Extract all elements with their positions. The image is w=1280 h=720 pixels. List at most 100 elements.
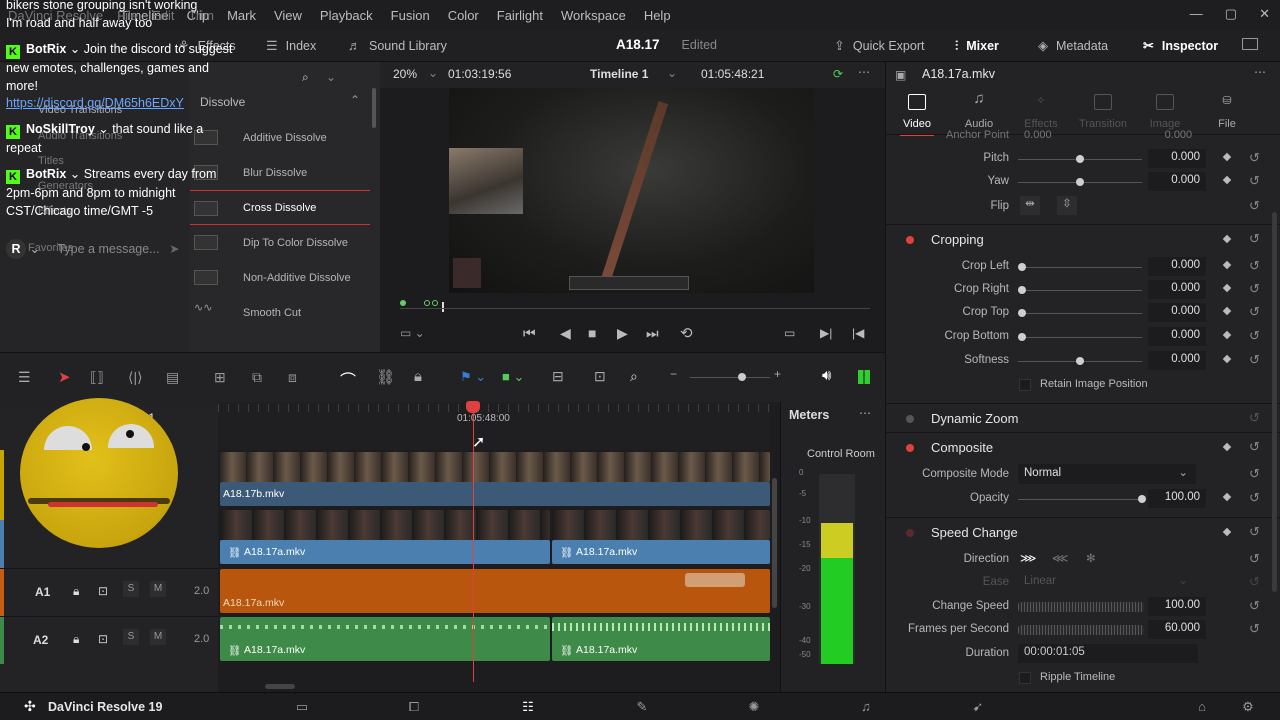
- match-frame-icon[interactable]: ▭: [784, 326, 795, 340]
- chevron-down-icon[interactable]: ⌄: [428, 66, 438, 80]
- collapse-icon[interactable]: ⌃: [350, 93, 360, 107]
- home-icon[interactable]: ⌂: [1190, 699, 1214, 715]
- pitch-slider[interactable]: [1018, 155, 1142, 163]
- crop-top-slider[interactable]: [1018, 309, 1142, 317]
- timeline-ruler[interactable]: 01:05:48:00: [218, 402, 770, 450]
- tab-video[interactable]: Video: [886, 88, 948, 136]
- reset-icon[interactable]: ↺: [1249, 352, 1260, 368]
- index-toggle[interactable]: ☰ Index: [266, 38, 316, 54]
- overwrite-clip-icon[interactable]: ⧉: [252, 369, 262, 386]
- jump-end-icon[interactable]: ⏭: [646, 325, 659, 342]
- reset-icon[interactable]: ↺: [1249, 598, 1260, 614]
- composite-section[interactable]: Composite ↺: [886, 432, 1280, 462]
- mixer-toggle[interactable]: ⫶ Mixer: [955, 38, 999, 54]
- slider-knob[interactable]: [1018, 309, 1026, 317]
- cropping-section[interactable]: Cropping ↺: [886, 224, 1280, 254]
- track-selector[interactable]: [0, 520, 4, 568]
- fps-scrubber[interactable]: [1018, 625, 1144, 635]
- reset-icon[interactable]: ↺: [1249, 258, 1260, 274]
- yaw-value[interactable]: 0.000: [1148, 172, 1206, 191]
- timeline-name[interactable]: Timeline 1: [590, 67, 648, 81]
- zoom-slider[interactable]: [690, 373, 770, 381]
- crop-top-value[interactable]: 0.000: [1148, 303, 1206, 322]
- flip-horizontal-icon[interactable]: ⇹: [1020, 196, 1040, 215]
- retain-checkbox[interactable]: [1019, 379, 1031, 391]
- dynamic-trim-icon[interactable]: ⟨|⟩: [128, 369, 143, 386]
- fps-value[interactable]: 60.000: [1148, 620, 1206, 639]
- more-icon[interactable]: ⋯: [1254, 65, 1266, 79]
- reset-icon[interactable]: ↺: [1249, 410, 1260, 426]
- list-item[interactable]: ∿∿ Smooth Cut: [190, 295, 370, 330]
- keyframe-icon[interactable]: [1222, 442, 1232, 452]
- send-icon[interactable]: ➤: [169, 242, 179, 256]
- keyframe-icon[interactable]: [1222, 152, 1232, 162]
- tab-transition[interactable]: Transition: [1072, 88, 1134, 134]
- fairlight-page-icon[interactable]: ♫: [854, 699, 878, 715]
- crop-left-value[interactable]: 0.000: [1148, 257, 1206, 276]
- speed-value[interactable]: 100.00: [1148, 597, 1206, 616]
- keyframe-icon[interactable]: [1222, 354, 1232, 364]
- viewer-options-icon[interactable]: ▭ ⌄: [400, 326, 425, 340]
- tab-audio[interactable]: ♫ Audio: [948, 88, 1010, 134]
- chat-input[interactable]: Type a message...: [57, 242, 159, 256]
- insert-clip-icon[interactable]: ⊞: [214, 369, 226, 386]
- lock-icon[interactable]: 🔒︎: [73, 632, 79, 647]
- timeline-options-icon[interactable]: ☰: [18, 369, 31, 386]
- metadata-toggle[interactable]: ◈ Metadata: [1038, 38, 1108, 54]
- zoom-slider-knob[interactable]: [738, 373, 746, 381]
- zoom-level[interactable]: 20%: [393, 67, 417, 81]
- v1-thumbnails[interactable]: [220, 510, 550, 540]
- ease-select[interactable]: Linear ⌄: [1018, 572, 1196, 592]
- more-icon[interactable]: ⋯: [859, 406, 871, 420]
- loop-icon[interactable]: ⟳: [833, 67, 843, 81]
- timeline-scrollbar[interactable]: [265, 684, 295, 689]
- fusion-page-icon[interactable]: ✎: [630, 699, 654, 715]
- reset-icon[interactable]: ↺: [1249, 490, 1260, 506]
- slider-knob[interactable]: [1018, 286, 1026, 294]
- quick-export-button[interactable]: ⇪ Quick Export: [834, 38, 924, 54]
- next-edit-icon[interactable]: ▶|: [820, 326, 832, 340]
- reset-icon[interactable]: ↺: [1249, 231, 1260, 247]
- effects-scrollbar[interactable]: [372, 88, 376, 128]
- timeline-clip-a2[interactable]: ⛓ A18.17a.mkv: [220, 617, 550, 661]
- slider-knob[interactable]: [1138, 495, 1146, 503]
- solo-button[interactable]: S: [123, 581, 139, 597]
- menu-help[interactable]: Help: [644, 8, 671, 23]
- keyframe-icon[interactable]: [1222, 234, 1232, 244]
- loop-icon[interactable]: ⟲: [680, 324, 693, 342]
- menu-view[interactable]: View: [274, 8, 302, 23]
- search-icon[interactable]: ⌕: [302, 70, 309, 85]
- tab-file[interactable]: ⛁ File: [1196, 88, 1258, 134]
- timeline-clip-v2[interactable]: A18.17b.mkv: [220, 482, 770, 506]
- reset-icon[interactable]: ↺: [1249, 621, 1260, 637]
- list-item[interactable]: Non-Additive Dissolve: [190, 260, 370, 295]
- inspector-toggle[interactable]: ✂ Inspector: [1143, 38, 1218, 54]
- flag-icon[interactable]: ⚑ ⌄: [460, 369, 486, 385]
- marker-icon[interactable]: ■ ⌄: [502, 369, 524, 385]
- lock-icon[interactable]: 🔒︎: [73, 584, 79, 599]
- softness-slider[interactable]: [1018, 357, 1142, 365]
- menu-playback[interactable]: Playback: [320, 8, 373, 23]
- enable-dot-icon[interactable]: [906, 529, 914, 537]
- trim-tool-icon[interactable]: ⟦⟧: [90, 369, 104, 386]
- crop-right-slider[interactable]: [1018, 286, 1142, 294]
- inspector-scrollbar[interactable]: [1272, 212, 1277, 592]
- menu-workspace[interactable]: Workspace: [561, 8, 626, 23]
- chevron-down-icon[interactable]: ⌄: [326, 70, 336, 84]
- viewer-scrubber[interactable]: [400, 300, 870, 312]
- crop-bottom-slider[interactable]: [1018, 333, 1142, 341]
- timeline-clip-v1[interactable]: ⛓ A18.17a.mkv: [220, 540, 550, 564]
- menu-fusion[interactable]: Fusion: [391, 8, 430, 23]
- slider-knob[interactable]: [1076, 357, 1084, 365]
- fullscreen-icon[interactable]: [1242, 38, 1258, 50]
- opacity-value[interactable]: 100.00: [1148, 489, 1206, 508]
- auto-select-icon[interactable]: ⊡: [98, 632, 108, 646]
- ripple-checkbox[interactable]: [1019, 672, 1031, 684]
- timeline-clip-a2[interactable]: ⛓ A18.17a.mkv: [552, 617, 770, 661]
- sound-library-toggle[interactable]: ♬ Sound Library: [348, 38, 447, 53]
- menu-color[interactable]: Color: [448, 8, 479, 23]
- reset-icon[interactable]: ↺: [1249, 173, 1260, 189]
- reverse-icon[interactable]: ⋘: [1052, 551, 1068, 565]
- chevron-down-icon[interactable]: ⌄: [29, 242, 39, 256]
- keyframe-icon[interactable]: [1222, 283, 1232, 293]
